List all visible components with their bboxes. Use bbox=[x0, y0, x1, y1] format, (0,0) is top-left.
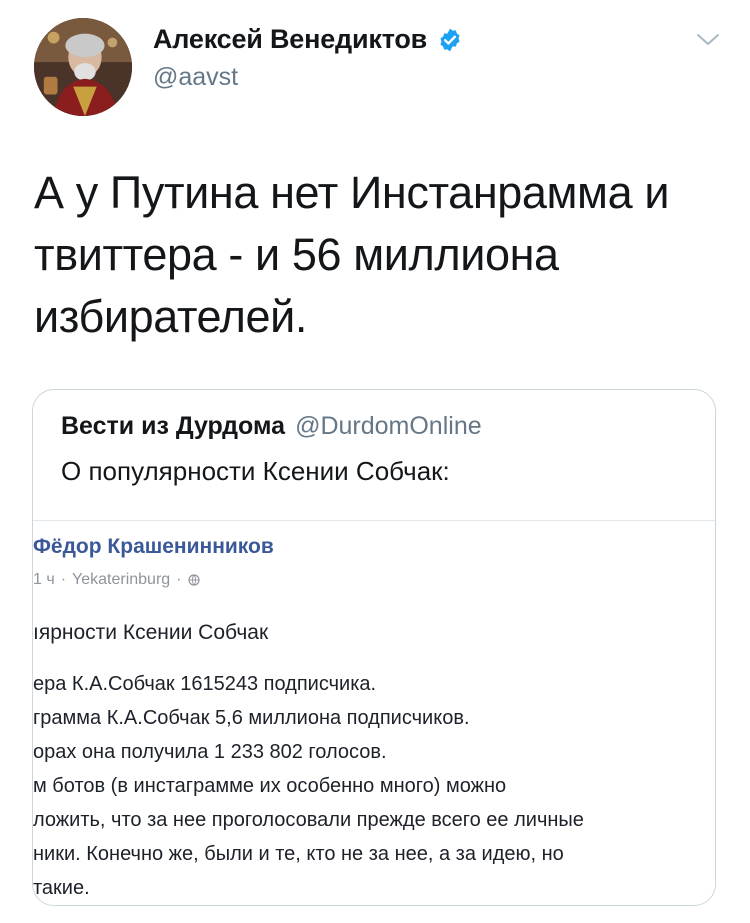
embedded-post-line: ера К.А.Собчак 1615243 подписчика. bbox=[33, 673, 377, 695]
meta-separator: · bbox=[60, 571, 67, 588]
verified-badge-icon bbox=[440, 28, 460, 51]
avatar-photo bbox=[34, 18, 132, 116]
embedded-post-line: ники. Конечно же, были и те, кто не за н… bbox=[33, 843, 564, 865]
embedded-post-line: такие. bbox=[33, 877, 90, 899]
author-display-name[interactable]: Алексей Венедиктов bbox=[153, 24, 427, 55]
author-name-row: Алексей Венедиктов bbox=[153, 24, 463, 55]
quoted-tweet-text: О популярности Ксении Собчак: bbox=[61, 456, 450, 486]
embedded-post-line: орах она получила 1 233 802 голосов. bbox=[33, 741, 387, 763]
embedded-post-author: Фёдор Крашенинников bbox=[33, 535, 274, 558]
chevron-down-icon[interactable] bbox=[694, 30, 722, 50]
quoted-author-handle: @DurdomOnline bbox=[295, 412, 482, 440]
embedded-post-time: 1 ч bbox=[33, 571, 55, 588]
embedded-post-title: ıярности Ксении Собчак bbox=[33, 621, 269, 644]
author-handle[interactable]: @aavst bbox=[153, 63, 238, 92]
embedded-post-line: ложить, что за нее проголосовали прежде … bbox=[33, 809, 584, 831]
globe-icon bbox=[187, 574, 200, 586]
quoted-tweet-header: Вести из Дурдома @DurdomOnline bbox=[61, 412, 482, 441]
meta-separator: · bbox=[176, 571, 182, 588]
embedded-post-location: Yekaterinburg bbox=[72, 571, 171, 588]
embedded-post-line: грамма К.А.Собчак 5,6 миллиона подписчик… bbox=[33, 707, 470, 729]
quoted-tweet-media[interactable]: Фёдор Крашенинников 1 ч · Yekaterinburg … bbox=[33, 520, 715, 905]
embedded-post-line: м ботов (в инстаграмме их особенно много… bbox=[33, 775, 507, 797]
quoted-author-name: Вести из Дурдома bbox=[61, 412, 286, 440]
tweet-text: А у Путина нет Инстанрамма и твиттера - … bbox=[34, 167, 670, 342]
avatar[interactable] bbox=[34, 18, 132, 116]
embedded-post-body: ера К.А.Собчак 1615243 подписчика. грамм… bbox=[33, 667, 715, 905]
embedded-post-meta: 1 ч · Yekaterinburg · bbox=[33, 571, 200, 589]
quoted-tweet[interactable]: Вести из Дурдома @DurdomOnline О популяр… bbox=[32, 389, 716, 906]
